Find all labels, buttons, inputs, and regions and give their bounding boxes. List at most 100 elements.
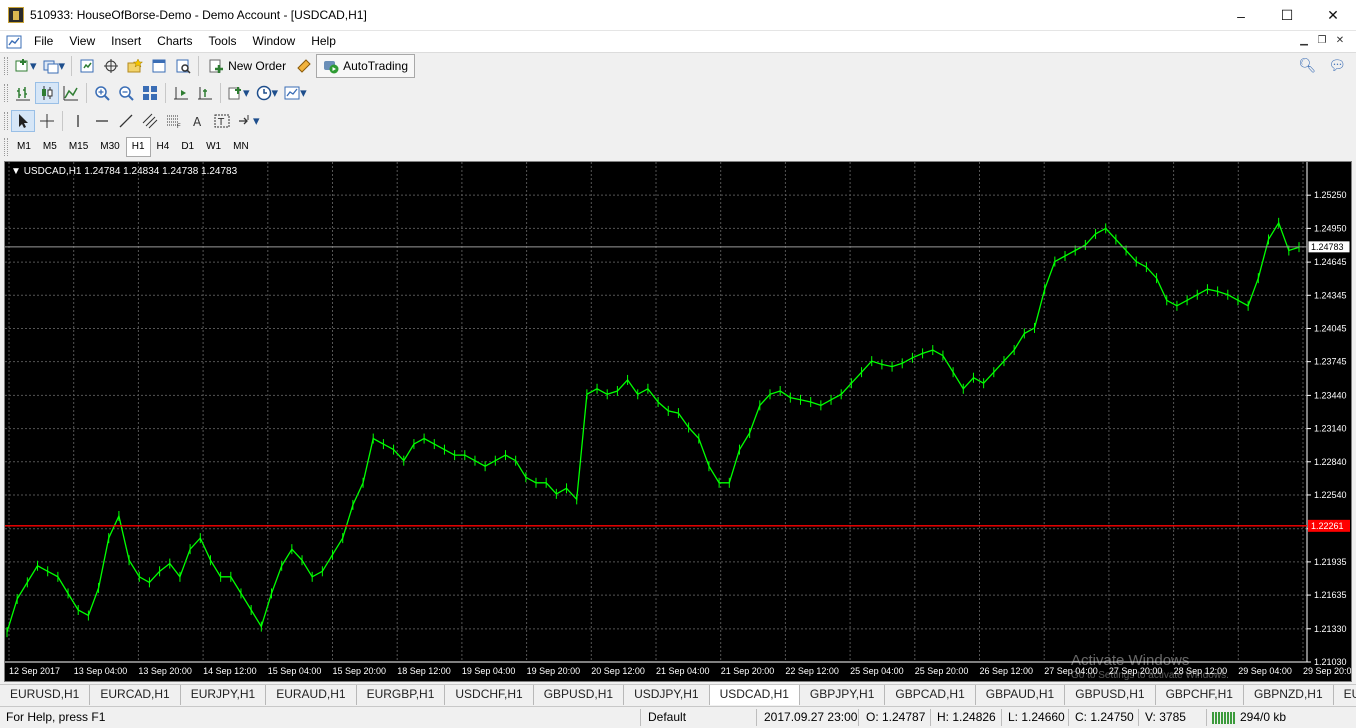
line-chart-button[interactable] — [59, 82, 83, 104]
market-watch-button[interactable] — [75, 55, 99, 77]
indicators-button[interactable]: ▾ — [224, 82, 253, 104]
chart-tab[interactable]: EURJPY,H1 — [181, 685, 267, 705]
toolbar-separator — [165, 83, 166, 103]
mdi-minimize-button[interactable]: ▁ — [1296, 34, 1312, 48]
chart-tab[interactable]: GBPCAD,H1 — [885, 685, 976, 705]
price-chart[interactable]: 12 Sep 2017 13 Sep 04:00 13 Sep 20:00 14 Se… — [5, 162, 1351, 681]
mdi-restore-button[interactable]: ❐ — [1314, 34, 1330, 48]
chart-tab[interactable]: EURUSD,H1 — [0, 685, 91, 705]
zoom-in-button[interactable] — [90, 82, 114, 104]
x-tick-label: 13 Sep 04:00 — [74, 666, 128, 676]
chart-window[interactable]: 12 Sep 2017 13 Sep 04:00 13 Sep 20:00 14 Se… — [4, 161, 1352, 682]
trendline-button[interactable] — [114, 110, 138, 132]
meta-editor-button[interactable] — [292, 55, 316, 77]
chart-tab[interactable]: EURCAD,H1 — [90, 685, 181, 705]
minimize-button[interactable]: – — [1218, 0, 1264, 31]
menu-file[interactable]: File — [26, 31, 61, 52]
autoscroll-button[interactable] — [193, 82, 217, 104]
candlesticks-icon — [42, 86, 53, 100]
templates-button[interactable]: ▾ — [281, 82, 310, 104]
text-label-icon: T — [214, 114, 230, 128]
menu-window[interactable]: Window — [245, 31, 304, 52]
chart-tab[interactable]: GBPUSD,H1 — [1065, 685, 1156, 705]
data-window-button[interactable] — [99, 55, 123, 77]
status-close: C: 1.24750 — [1075, 710, 1134, 724]
close-button[interactable]: ✕ — [1310, 0, 1356, 31]
autotrading-button[interactable]: AutoTrading — [316, 54, 416, 78]
chart-tab[interactable]: EURGBP,H1 — [357, 685, 446, 705]
chart-tab[interactable]: USDJPY,H1 — [624, 685, 710, 705]
cursor-button[interactable] — [11, 109, 35, 132]
y-tick-label: 1.21330 — [1314, 624, 1347, 634]
arrows-button[interactable]: ▾ — [234, 110, 263, 132]
vertical-line-icon — [77, 114, 79, 127]
new-chart-button[interactable]: ▾ — [11, 55, 40, 77]
menu-tools[interactable]: Tools — [201, 31, 245, 52]
navigator-button[interactable] — [123, 55, 147, 77]
charts-toolbar: ▾ ▾ ▾ — [0, 79, 1356, 107]
mdi-close-button[interactable]: ✕ — [1332, 34, 1348, 48]
timeframe-d1[interactable]: D1 — [175, 137, 200, 157]
toolbar-separator — [86, 83, 87, 103]
profiles-button[interactable]: ▾ — [40, 55, 69, 77]
chart-tab-active[interactable]: USDCAD,H1 — [709, 685, 800, 705]
star-folder-icon — [127, 58, 144, 73]
x-tick-label: 15 Sep 20:00 — [333, 666, 387, 676]
chart-tab[interactable]: USDCHF,H1 — [445, 685, 534, 705]
chart-window-icon[interactable] — [6, 35, 22, 49]
chart-tab[interactable]: EURAUD,H1 — [266, 685, 357, 705]
chart-tab[interactable]: GBPAUD,H1 — [976, 685, 1066, 705]
toolbar-grip[interactable] — [4, 57, 8, 75]
x-tick-label: 29 Sep 04:00 — [1238, 666, 1292, 676]
timeframe-m5[interactable]: M5 — [37, 137, 63, 157]
timeframe-mn[interactable]: MN — [227, 137, 255, 157]
menu-view[interactable]: View — [61, 31, 103, 52]
fibonacci-button[interactable]: F — [162, 110, 186, 132]
channel-icon — [142, 113, 158, 128]
search-icon[interactable]: 🔍︎ — [1298, 57, 1316, 74]
chart-tab[interactable]: GBPCHF,H1 — [1156, 685, 1244, 705]
toolbar-grip[interactable] — [4, 84, 8, 102]
chart-tab[interactable]: EURNZD,H1 — [1334, 685, 1356, 705]
toolbar-grip[interactable] — [4, 138, 8, 156]
symbol-info-line: ▼ USDCAD,H1 1.24784 1.24834 1.24738 1.24… — [11, 166, 238, 177]
new-order-button[interactable]: New Order — [202, 54, 292, 78]
chart-tab[interactable]: GBPUSD,H1 — [534, 685, 625, 705]
x-tick-label: 18 Sep 12:00 — [397, 666, 451, 676]
toolbar-grip[interactable] — [4, 111, 8, 130]
timeframe-w1[interactable]: W1 — [200, 137, 227, 157]
equidistant-channel-button[interactable] — [138, 110, 162, 132]
terminal-button[interactable] — [147, 55, 171, 77]
timeframe-m1[interactable]: M1 — [11, 137, 37, 157]
bar-chart-button[interactable] — [11, 82, 35, 104]
status-low: L: 1.24660 — [1008, 710, 1065, 724]
strategy-tester-button[interactable] — [171, 55, 195, 77]
timeframe-m30[interactable]: M30 — [94, 137, 125, 157]
chart-tab[interactable]: GBPNZD,H1 — [1244, 685, 1334, 705]
chart-shift-button[interactable] — [169, 82, 193, 104]
timeframe-m15[interactable]: M15 — [63, 137, 94, 157]
text-button[interactable]: A — [186, 110, 210, 132]
text-label-button[interactable]: T — [210, 110, 234, 132]
x-tick-label: 15 Sep 04:00 — [268, 666, 322, 676]
x-tick-label: 21 Sep 04:00 — [656, 666, 710, 676]
x-tick-label: 20 Sep 12:00 — [591, 666, 645, 676]
menu-help[interactable]: Help — [303, 31, 344, 52]
y-tick-label: 1.22540 — [1314, 490, 1347, 500]
candlesticks-button[interactable] — [35, 82, 59, 104]
status-divider — [1138, 709, 1139, 726]
periods-button[interactable]: ▾ — [253, 82, 282, 104]
y-tick-label: 1.22840 — [1314, 457, 1347, 467]
crosshair-button[interactable] — [35, 110, 59, 132]
menu-insert[interactable]: Insert — [103, 31, 149, 52]
maximize-button[interactable]: ☐ — [1264, 0, 1310, 31]
timeframe-h1[interactable]: H1 — [125, 137, 151, 157]
vertical-line-button[interactable] — [66, 110, 90, 132]
timeframe-h4[interactable]: H4 — [151, 137, 176, 157]
horizontal-line-button[interactable] — [90, 110, 114, 132]
tile-windows-button[interactable] — [138, 82, 162, 104]
chat-icon[interactable]: 💬︎ — [1328, 57, 1346, 74]
zoom-out-button[interactable] — [114, 82, 138, 104]
chart-tab[interactable]: GBPJPY,H1 — [800, 685, 886, 705]
menu-charts[interactable]: Charts — [149, 31, 200, 52]
